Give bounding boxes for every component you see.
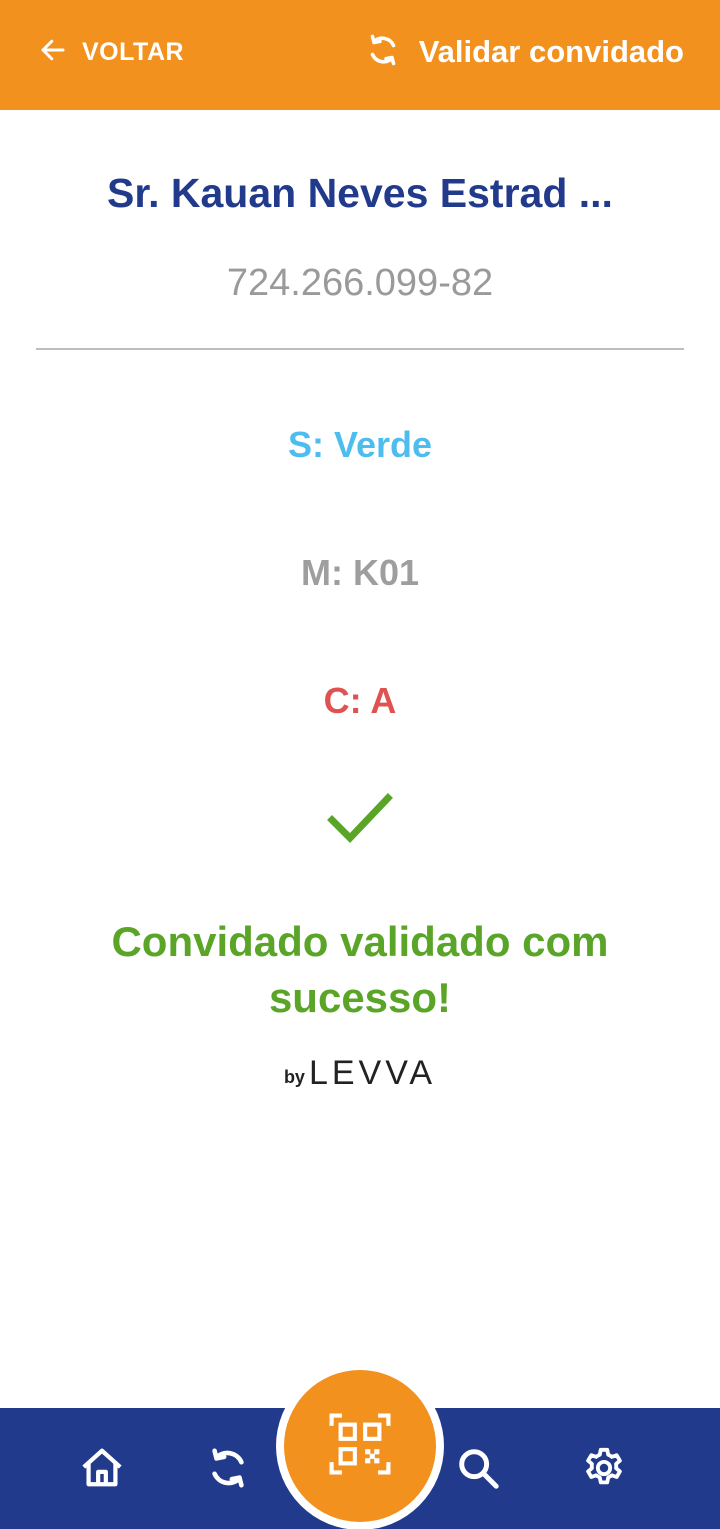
guest-document: 724.266.099-82 [226, 262, 494, 304]
qr-code-icon [329, 1413, 391, 1480]
sync-icon [205, 1445, 251, 1496]
success-message: Convidado validado com sucesso! [111, 918, 609, 1021]
brand-by: by [283, 1067, 305, 1087]
checkmark-icon [326, 790, 394, 848]
brand-name: LEVVA [308, 1054, 437, 1092]
search-icon [455, 1445, 501, 1496]
nav-home[interactable] [76, 1444, 128, 1496]
gear-icon [581, 1445, 627, 1496]
scan-qr-button[interactable] [284, 1370, 436, 1522]
back-button-label: VOLTAR [82, 37, 185, 66]
nav-search[interactable] [452, 1444, 504, 1496]
back-button[interactable]: VOLTAR [38, 30, 184, 74]
guest-category: C: A [323, 680, 397, 721]
brand-logo: by LEVVA [0, 1056, 720, 1090]
divider [36, 348, 684, 350]
sync-icon [365, 32, 401, 73]
validate-guest-button[interactable]: Validar convidado [365, 28, 684, 76]
guest-sector: S: Verde [287, 424, 433, 465]
validate-guest-label: Validar convidado [418, 34, 684, 69]
scan-qr-button-outline [276, 1362, 444, 1529]
guest-name: Sr. Kauan Neves Estrad ... [107, 170, 613, 216]
guest-table: M: K01 [300, 552, 420, 593]
nav-settings[interactable] [578, 1444, 630, 1496]
arrow-left-icon [38, 35, 68, 70]
top-app-bar: VOLTAR Validar convidado [0, 0, 720, 110]
app-screen: VOLTAR Validar convidado Sr. Kauan Neves… [0, 0, 720, 1529]
nav-sync[interactable] [202, 1444, 254, 1496]
home-icon [79, 1445, 125, 1496]
